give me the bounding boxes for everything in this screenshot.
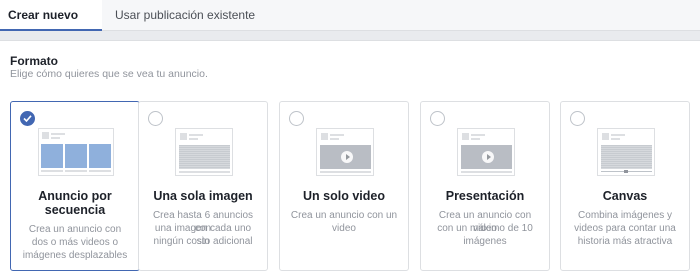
format-radio-slideshow[interactable] xyxy=(430,111,445,126)
play-icon xyxy=(341,151,353,163)
play-icon xyxy=(482,151,494,163)
format-card-desc: videos para contar una xyxy=(574,223,676,234)
tab-create-new-ad[interactable]: Crear nuevo anuncio xyxy=(0,0,102,53)
single-image-thumbnail-icon xyxy=(175,128,233,176)
format-radio-carousel[interactable] xyxy=(20,111,35,126)
format-card-desc: con un máximo de 10 xyxy=(437,223,533,234)
format-card-desc: Crea un anuncio con xyxy=(28,224,122,235)
format-card-desc: Crea un anuncio con un xyxy=(290,210,398,221)
tab-use-existing-post[interactable]: Usar publicación existente xyxy=(107,0,263,31)
format-card-desc: imágenes xyxy=(463,236,507,247)
format-card-desc: dos o más videos o xyxy=(31,237,119,248)
format-card-desc: historia más atractiva xyxy=(577,236,673,247)
format-card-title: Anuncio por xyxy=(38,189,112,203)
format-card-desc: Combina imágenes y xyxy=(578,210,672,221)
carousel-thumbnail-icon xyxy=(38,128,114,176)
format-card-title: Una sola imagen xyxy=(153,189,253,203)
format-radio-single-image[interactable] xyxy=(148,111,163,126)
format-title: Formato xyxy=(10,54,58,68)
format-card-title: Presentación xyxy=(445,189,525,203)
format-card-single-video[interactable]: Un solo video Crea un anuncio con un vid… xyxy=(279,101,409,271)
format-card-desc: video xyxy=(332,223,356,234)
format-card-title: Un solo video xyxy=(303,189,385,203)
format-radio-canvas[interactable] xyxy=(570,111,585,126)
format-panel: Formato Elige cómo quieres que se vea tu… xyxy=(0,40,700,280)
format-subtitle: Elige cómo quieres que se vea tu anuncio… xyxy=(10,68,208,80)
format-card-title: Canvas xyxy=(602,189,648,203)
video-thumbnail-icon xyxy=(316,128,374,176)
canvas-thumbnail-icon xyxy=(597,128,655,176)
format-radio-single-video[interactable] xyxy=(289,111,304,126)
format-card-desc: ningún costo adicional xyxy=(153,236,253,247)
format-card-carousel[interactable]: Anuncio por secuencia Crea un anuncio co… xyxy=(10,101,140,271)
tab-bar: Crear nuevo anuncio Usar publicación exi… xyxy=(0,0,700,53)
format-card-slideshow[interactable]: Presentación Crea un anuncio con video c… xyxy=(420,101,550,271)
format-card-title-line2: secuencia xyxy=(44,203,106,217)
slideshow-thumbnail-icon xyxy=(457,128,515,176)
format-card-single-image[interactable]: Una sola imagen Crea hasta 6 anuncios co… xyxy=(138,101,268,271)
format-card-canvas[interactable]: Canvas Combina imágenes y videos para co… xyxy=(560,101,690,271)
checkmark-icon xyxy=(23,115,32,123)
format-card-desc: imágenes desplazables xyxy=(22,250,128,261)
